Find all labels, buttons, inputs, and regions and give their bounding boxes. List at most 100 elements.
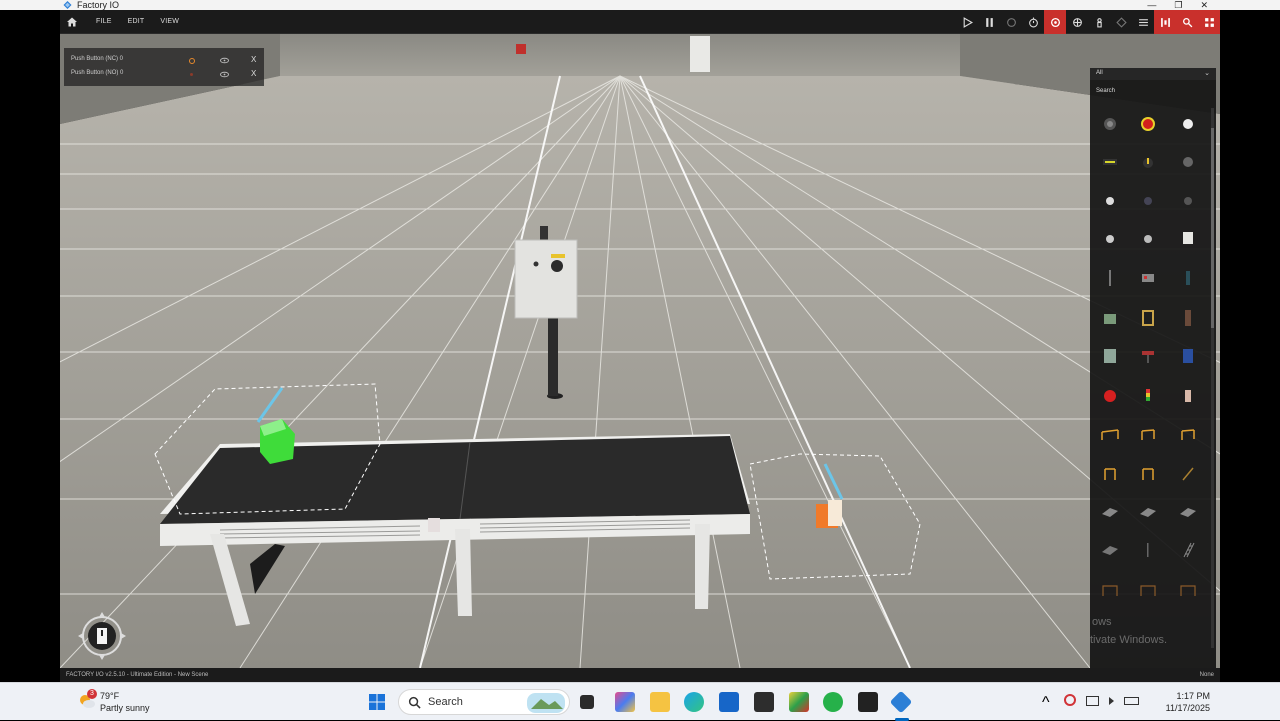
palette-item-pushbutton[interactable] <box>1096 224 1124 252</box>
weather-widget[interactable]: 3 79°F Partly sunny <box>78 689 198 717</box>
palette-item-cabinet[interactable] <box>1096 342 1124 370</box>
menu-edit[interactable]: EDIT <box>120 10 153 34</box>
scene-3d-view[interactable] <box>60 34 1220 668</box>
palette-item-floor-l[interactable] <box>1174 498 1202 526</box>
file-explorer-icon[interactable] <box>650 692 670 712</box>
eye-icon[interactable] <box>220 57 229 64</box>
camera-first-person-button[interactable] <box>1088 10 1110 34</box>
palette-item-light-white[interactable] <box>1174 110 1202 138</box>
palette-filter-value: All <box>1096 70 1103 76</box>
tags-button[interactable] <box>1176 10 1198 34</box>
navigation-gizmo-icon[interactable] <box>72 606 132 666</box>
scene-viewport[interactable]: Push Button (NC) 0 X Push Button (NO) 0 … <box>60 34 1220 668</box>
tag-row[interactable]: Push Button (NO) 0 X <box>64 68 264 82</box>
factory-io-taskbar-icon[interactable] <box>889 690 913 714</box>
battery-icon[interactable] <box>1124 697 1139 705</box>
pause-button[interactable] <box>978 10 1000 34</box>
volume-icon[interactable] <box>1109 697 1114 705</box>
eye-icon[interactable] <box>220 71 229 78</box>
palette-item-frame[interactable] <box>1134 304 1162 332</box>
palette-item-emergency-stop[interactable] <box>1134 110 1162 138</box>
app-icon-bars[interactable] <box>754 692 774 712</box>
taskbar-search-box[interactable]: Search <box>398 689 570 715</box>
palette-item-stair-xl[interactable] <box>1174 576 1202 604</box>
palette-item-knob[interactable] <box>1096 110 1124 138</box>
tag-remove-button[interactable]: X <box>251 55 256 64</box>
palette-filter-dropdown[interactable]: All ⌄ <box>1090 68 1216 80</box>
list-button[interactable] <box>1132 10 1154 34</box>
close-window-button[interactable]: ✕ <box>1200 0 1208 10</box>
palette-item-floor-s[interactable] <box>1096 498 1124 526</box>
palette-item-button-black[interactable] <box>1174 186 1202 214</box>
home-icon[interactable] <box>66 16 78 28</box>
palette-item-sensor-post[interactable] <box>1174 264 1202 292</box>
copilot-icon[interactable] <box>615 692 635 712</box>
tag-state-indicator[interactable] <box>190 73 193 76</box>
palette-item-blue-machine[interactable] <box>1174 342 1202 370</box>
palette-search[interactable]: Search <box>1096 88 1115 94</box>
camera-orbit-button[interactable] <box>1044 10 1066 34</box>
camera-fly-icon <box>1072 17 1082 27</box>
edge-browser-icon[interactable] <box>684 692 704 712</box>
windows-start-icon[interactable] <box>368 693 386 711</box>
palette-item-pushbutton-2[interactable] <box>1134 224 1162 252</box>
task-view-icon[interactable] <box>580 695 594 709</box>
app-icon-ex[interactable] <box>823 692 843 712</box>
menu-file[interactable]: FILE <box>88 10 120 34</box>
camera-fly-button[interactable] <box>1066 10 1088 34</box>
tag-name: Push Button (NC) 0 <box>71 56 124 62</box>
palette-scroll-thumb[interactable] <box>1211 128 1214 328</box>
palette-item-stair-l[interactable] <box>1134 576 1162 604</box>
palette-scrollbar[interactable] <box>1211 108 1214 648</box>
palette-item-button-blue[interactable] <box>1134 186 1162 214</box>
network-icon[interactable] <box>1086 696 1099 706</box>
orange-box[interactable] <box>816 500 842 528</box>
sync-icon[interactable] <box>1064 694 1076 706</box>
search-highlight-image <box>527 693 565 713</box>
tag-row[interactable]: Push Button (NC) 0 X <box>64 54 264 68</box>
palette-item-selector[interactable] <box>1134 148 1162 176</box>
palette-item-post[interactable] <box>1134 536 1162 564</box>
app-icon-qc[interactable] <box>858 692 878 712</box>
palette-item-railing-m[interactable] <box>1134 420 1162 448</box>
palette-item-stack-light[interactable] <box>1134 382 1162 410</box>
app-icon-cube[interactable] <box>789 692 809 712</box>
menu-view[interactable]: VIEW <box>152 10 187 34</box>
palette-item-floor-m[interactable] <box>1134 498 1162 526</box>
palette-item-guard-xxl[interactable] <box>1134 460 1162 488</box>
palette-item-box[interactable] <box>1174 224 1202 252</box>
chevron-up-icon[interactable]: ^ <box>1040 694 1054 711</box>
palette-item-guard-xl[interactable] <box>1096 460 1124 488</box>
palette-button[interactable] <box>1198 10 1220 34</box>
palette-item-column[interactable] <box>1174 382 1202 410</box>
palette-item-button-white[interactable] <box>1096 186 1124 214</box>
tag-remove-button[interactable]: X <box>251 69 256 78</box>
tag-state-indicator[interactable] <box>189 58 195 64</box>
taskbar-clock[interactable]: 1:17 PM 11/17/2025 <box>1150 690 1210 714</box>
drivers-button[interactable] <box>1154 10 1176 34</box>
palette-item-guard-diag[interactable] <box>1174 460 1202 488</box>
palette-item-robot[interactable] <box>1134 264 1162 292</box>
stopwatch-button[interactable] <box>1022 10 1044 34</box>
minimize-button[interactable]: — <box>1147 0 1156 10</box>
maximize-button[interactable]: ❐ <box>1174 0 1182 10</box>
outlook-icon[interactable] <box>719 692 739 712</box>
statusbar: FACTORY I/O v2.5.10 - Ultimate Edition -… <box>60 668 1220 682</box>
palette-item-railing-l[interactable] <box>1174 420 1202 448</box>
chevron-down-icon: ⌄ <box>1204 70 1210 77</box>
play-button[interactable] <box>956 10 978 34</box>
restart-button[interactable] <box>1000 10 1022 34</box>
palette-item-ladder[interactable] <box>1174 536 1202 564</box>
toolbar <box>956 10 1220 34</box>
palette-item-machine[interactable] <box>1096 304 1124 332</box>
palette-item-alarm-light[interactable] <box>1096 382 1124 410</box>
palette-item-display[interactable] <box>1096 148 1124 176</box>
palette-item-press[interactable] <box>1134 342 1162 370</box>
palette-item-key-switch[interactable] <box>1174 148 1202 176</box>
palette-item-pole[interactable] <box>1096 264 1124 292</box>
palette-item-rack[interactable] <box>1174 304 1202 332</box>
sensor-view-button[interactable] <box>1110 10 1132 34</box>
palette-item-railing-s[interactable] <box>1096 420 1124 448</box>
palette-item-stair-s[interactable] <box>1096 576 1124 604</box>
palette-item-floor-xl[interactable] <box>1096 536 1124 564</box>
